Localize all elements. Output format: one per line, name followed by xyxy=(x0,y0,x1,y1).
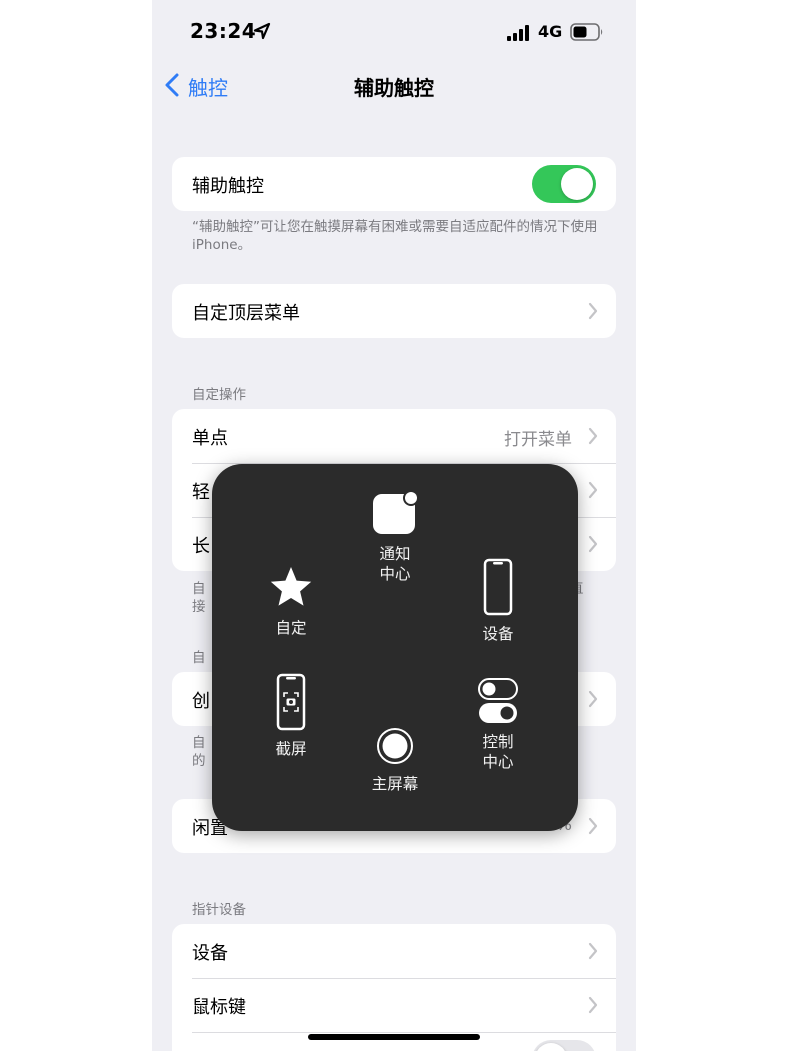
chevron-right-icon xyxy=(588,302,598,320)
network-type: 4G xyxy=(538,22,563,41)
single-tap-label: 单点 xyxy=(192,428,228,449)
devices-label: 设备 xyxy=(192,943,228,964)
menu-item-screenshot[interactable]: 截屏 xyxy=(236,673,346,759)
menu-item-label: 主屏幕 xyxy=(371,775,419,793)
status-bar: 23:24 4G xyxy=(152,0,636,62)
menu-item-notification-center[interactable]: 通知 中心 xyxy=(340,490,450,584)
star-icon xyxy=(270,567,312,606)
next-setting-toggle[interactable] xyxy=(532,1040,596,1051)
screenshot-icon xyxy=(276,673,306,731)
chevron-right-icon xyxy=(588,535,598,553)
home-button-icon xyxy=(377,728,413,764)
customize-menu-row[interactable]: 自定顶层菜单 xyxy=(172,284,616,338)
custom-gestures-header: 自 xyxy=(192,650,206,666)
location-arrow-icon xyxy=(253,22,271,40)
menu-item-control-center[interactable]: 控制 中心 xyxy=(443,678,553,772)
notification-center-icon xyxy=(373,490,419,534)
custom-actions-header: 自定操作 xyxy=(192,387,246,403)
assistive-touch-footer: “辅助触控”可让您在触摸屏幕有困难或需要自适应配件的情况下使用iPhone。 xyxy=(192,219,598,253)
chevron-right-icon xyxy=(588,427,598,445)
pointer-devices-group: 设备 鼠标键 xyxy=(172,924,616,1051)
battery-icon xyxy=(570,23,603,41)
customize-menu-label: 自定顶层菜单 xyxy=(192,303,300,324)
mouse-keys-row[interactable]: 鼠标键 xyxy=(172,978,616,1032)
toggle-knob xyxy=(561,168,593,200)
menu-item-label: 截屏 xyxy=(275,740,307,758)
assistive-touch-row: 辅助触控 xyxy=(172,157,616,211)
create-gesture-label: 创 xyxy=(192,691,210,712)
home-indicator xyxy=(308,1034,480,1040)
mouse-keys-label: 鼠标键 xyxy=(192,997,246,1018)
devices-row[interactable]: 设备 xyxy=(172,924,616,978)
long-press-label: 长 xyxy=(192,536,210,557)
assistive-touch-group: 辅助触控 xyxy=(172,157,616,211)
signal-icon xyxy=(507,25,529,41)
status-time: 23:24 xyxy=(190,19,257,43)
menu-item-label: 自定 xyxy=(275,619,307,637)
menu-item-label: 设备 xyxy=(482,625,514,643)
double-tap-label: 轻 xyxy=(192,482,210,503)
chevron-right-icon xyxy=(588,817,598,835)
assistive-touch-label: 辅助触控 xyxy=(192,176,264,197)
customize-menu-group: 自定顶层菜单 xyxy=(172,284,616,338)
pointer-devices-header: 指针设备 xyxy=(192,902,246,918)
menu-item-home[interactable]: 主屏幕 xyxy=(340,726,450,794)
toggle-knob xyxy=(535,1043,567,1051)
menu-item-device[interactable]: 设备 xyxy=(443,558,553,644)
chevron-right-icon xyxy=(588,942,598,960)
control-center-icon xyxy=(478,678,518,723)
page-title: 辅助触控 xyxy=(354,76,434,100)
single-tap-row[interactable]: 单点 打开菜单 xyxy=(172,409,616,463)
device-icon xyxy=(483,558,513,616)
menu-item-label: 通知 中心 xyxy=(379,545,411,583)
assistive-touch-toggle[interactable] xyxy=(532,165,596,203)
menu-item-custom[interactable]: 自定 xyxy=(236,564,346,638)
chevron-right-icon xyxy=(588,996,598,1014)
menu-item-label: 控制 中心 xyxy=(482,733,514,771)
single-tap-value: 打开菜单 xyxy=(504,430,572,450)
navigation-bar: 触控 辅助触控 xyxy=(152,62,636,110)
chevron-right-icon xyxy=(588,481,598,499)
chevron-right-icon xyxy=(588,690,598,708)
assistive-touch-menu: 通知 中心 自定 设备 截屏 主屏幕 控制 中心 xyxy=(212,464,578,831)
